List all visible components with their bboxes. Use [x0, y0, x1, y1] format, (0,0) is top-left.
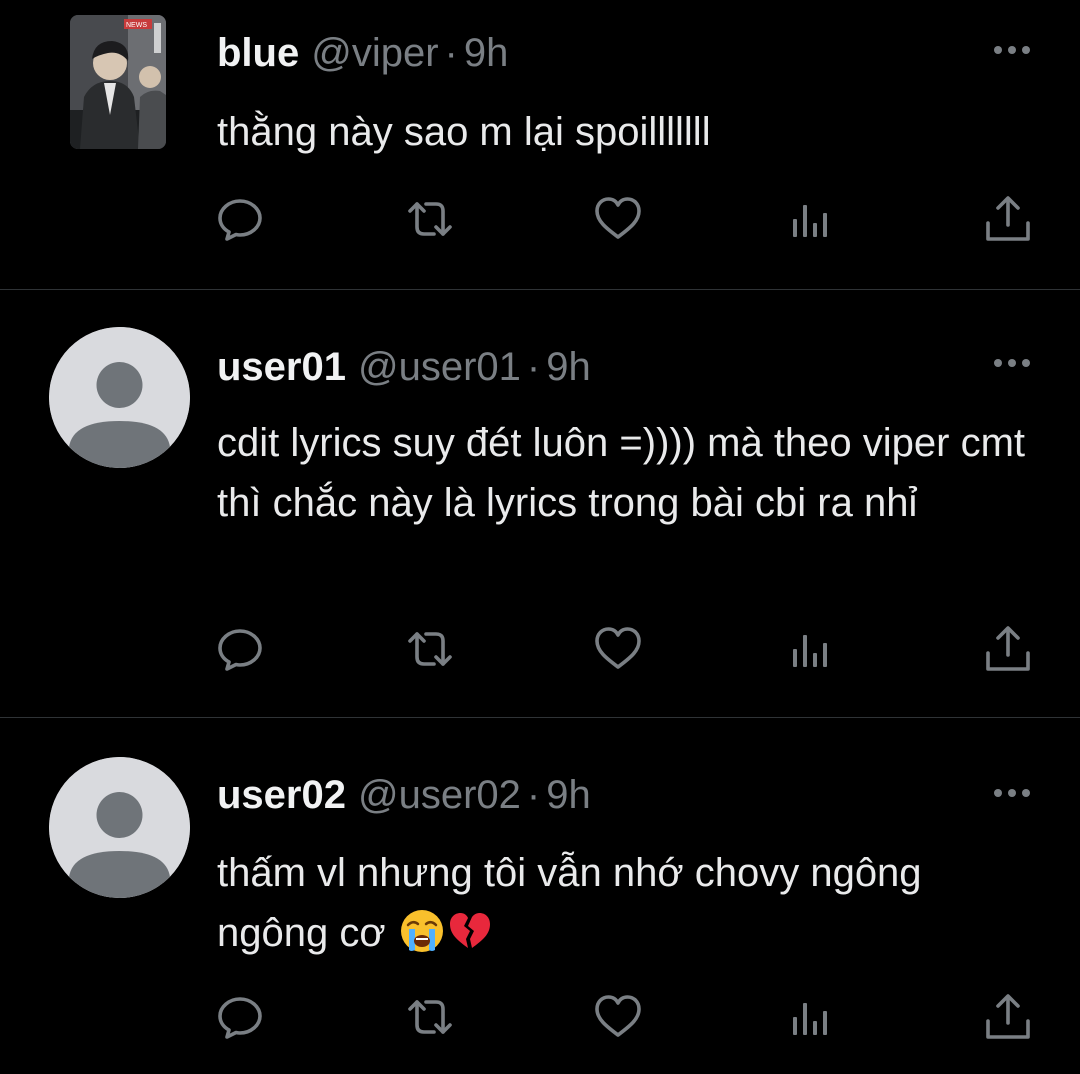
separator-dot: ·: [526, 773, 541, 817]
tweet-text: thấm vl nhưng tôi vẫn nhớ chovy ngông ng…: [217, 851, 922, 955]
display-name[interactable]: user02: [217, 773, 346, 817]
reply-icon[interactable]: [214, 623, 266, 675]
separator-dot: ·: [526, 345, 541, 389]
user-handle[interactable]: @user02: [358, 773, 521, 817]
more-options-icon[interactable]: [992, 356, 1032, 368]
timestamp[interactable]: 9h: [464, 31, 509, 75]
share-icon[interactable]: [982, 623, 1034, 675]
tweet-text-container: thấm vl nhưng tôi vẫn nhớ chovy ngông ng…: [217, 843, 1037, 963]
action-bar: [0, 623, 1080, 675]
avatar[interactable]: NEWS: [70, 15, 166, 149]
broken-heart-icon: [447, 908, 493, 954]
action-bar: [0, 991, 1080, 1043]
views-icon[interactable]: [786, 193, 838, 245]
timestamp[interactable]: 9h: [546, 773, 591, 817]
tweet-text: cdit lyrics suy đét luôn =)))) mà theo v…: [217, 421, 1026, 525]
svg-text:NEWS: NEWS: [126, 22, 147, 29]
default-avatar[interactable]: [49, 327, 190, 468]
user-handle[interactable]: @user01: [358, 345, 521, 389]
tweet-header: user02 @user02 · 9h: [217, 771, 960, 819]
reply-icon[interactable]: [214, 193, 266, 245]
tweet-header: blue @viper · 9h: [217, 29, 960, 77]
like-icon[interactable]: [592, 623, 644, 675]
default-avatar[interactable]: [49, 757, 190, 898]
reply-icon[interactable]: [214, 991, 266, 1043]
more-options-icon[interactable]: [992, 43, 1032, 55]
more-options-icon[interactable]: [992, 786, 1032, 798]
tweet[interactable]: user01 @user01 · 9h cdit lyrics suy đét luô…: [0, 291, 1080, 718]
divider: [0, 289, 1080, 290]
like-icon[interactable]: [592, 193, 644, 245]
like-icon[interactable]: [592, 991, 644, 1043]
timestamp[interactable]: 9h: [546, 345, 591, 389]
retweet-icon[interactable]: [404, 991, 456, 1043]
tweet[interactable]: user02 @user02 · 9h thấm vl nhưng tôi vẫn n…: [0, 719, 1080, 1074]
views-icon[interactable]: [786, 991, 838, 1043]
display-name[interactable]: user01: [217, 345, 346, 389]
share-icon[interactable]: [982, 991, 1034, 1043]
retweet-icon[interactable]: [404, 193, 456, 245]
tweet-header: user01 @user01 · 9h: [217, 343, 960, 391]
user-handle[interactable]: @viper: [311, 31, 438, 75]
retweet-icon[interactable]: [404, 623, 456, 675]
tweet[interactable]: NEWS blue @viper · 9h thằng này sao m lại s…: [0, 0, 1080, 290]
display-name[interactable]: blue: [217, 31, 299, 75]
action-bar: [0, 193, 1080, 245]
share-icon[interactable]: [982, 193, 1034, 245]
separator-dot: ·: [444, 31, 458, 75]
loudly-crying-face-icon: [399, 908, 445, 954]
tweet-text: thằng này sao m lại spoilllllll: [217, 110, 711, 154]
views-icon[interactable]: [786, 623, 838, 675]
divider: [0, 717, 1080, 718]
